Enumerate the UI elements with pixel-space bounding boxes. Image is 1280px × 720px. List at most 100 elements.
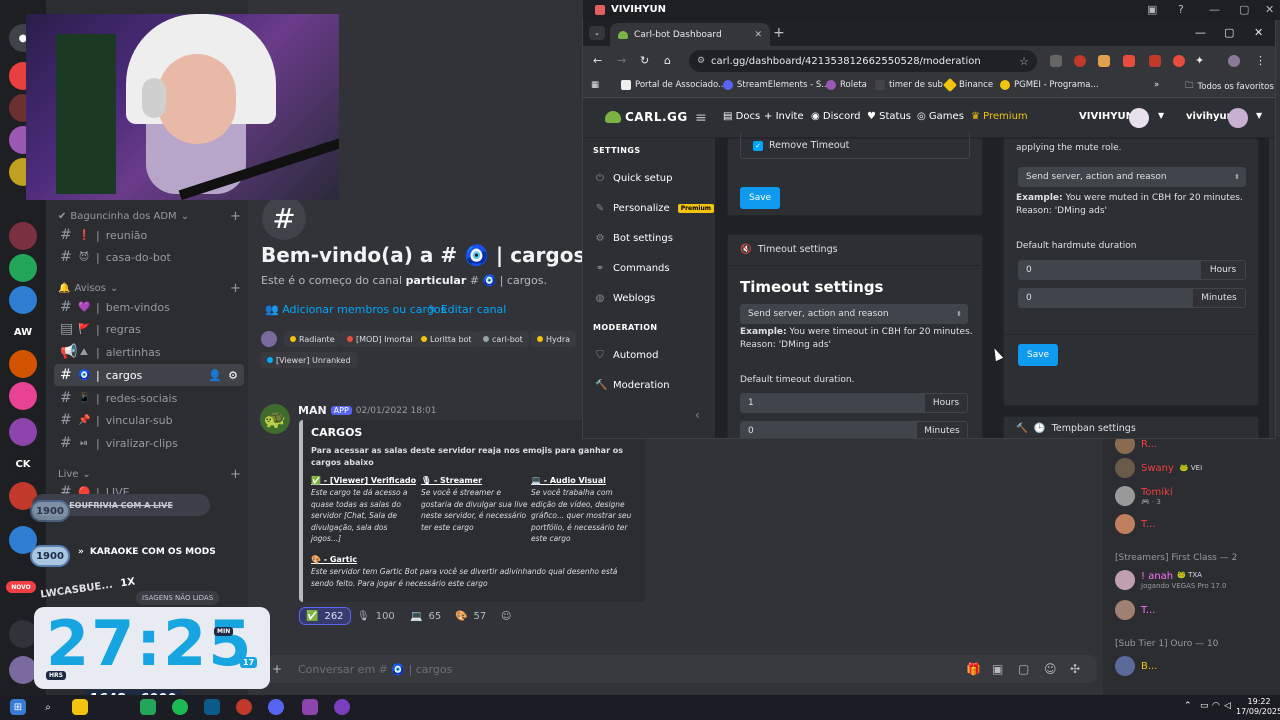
taskbar-app-icon[interactable] bbox=[334, 699, 350, 715]
sidebar-item-bot-settings[interactable]: ⚙ Bot settings bbox=[595, 233, 673, 244]
wifi-icon[interactable]: ◠ bbox=[1212, 701, 1220, 711]
taskbar-app-icon[interactable] bbox=[72, 699, 88, 715]
nav-games[interactable]: ◎ Games bbox=[917, 111, 964, 122]
channel-vincular-sub[interactable]: # 📌 | vincular-sub bbox=[54, 409, 244, 431]
bookmark-item[interactable]: StreamElements - S... bbox=[723, 80, 829, 90]
channel-redes-sociais[interactable]: # 📱 | redes-sociais bbox=[54, 387, 244, 409]
nav-status[interactable]: ♥ Status bbox=[867, 111, 911, 122]
bookmark-item[interactable]: timer de sub bbox=[875, 80, 943, 90]
add-channel-icon[interactable]: + bbox=[230, 209, 241, 224]
extension-icon[interactable] bbox=[1098, 55, 1110, 67]
inbox-icon[interactable]: ▣ bbox=[1147, 3, 1157, 16]
channel-casa-do-bot[interactable]: # 😈 | casa-do-bot bbox=[54, 246, 244, 268]
bot-avatar[interactable]: 🐢 bbox=[260, 404, 290, 434]
server-icon-7[interactable] bbox=[9, 254, 37, 282]
sidebar-item-commands[interactable]: ⚭ Commands bbox=[595, 263, 670, 274]
category-live[interactable]: Live ⌄ + bbox=[58, 467, 241, 482]
maximize-icon[interactable]: ▢ bbox=[1224, 26, 1234, 39]
role-pill[interactable]: Loritta bot bbox=[415, 331, 478, 347]
save-button[interactable]: Save bbox=[740, 187, 781, 209]
close-window-icon[interactable]: ✕ bbox=[1265, 3, 1274, 16]
nav-premium[interactable]: ♛ Premium bbox=[971, 111, 1028, 122]
address-bar[interactable]: ⚙ carl.gg/dashboard/421353812662550528/m… bbox=[689, 50, 1037, 72]
back-icon[interactable]: ← bbox=[593, 54, 602, 67]
maximize-icon[interactable]: ▢ bbox=[1239, 3, 1249, 16]
minimize-icon[interactable]: — bbox=[1195, 26, 1206, 39]
unread-messages-badge[interactable]: ISAGENS NÃO LIDAS bbox=[136, 591, 220, 605]
extension-icon[interactable] bbox=[1149, 55, 1161, 67]
nav-discord[interactable]: ◉ Discord bbox=[811, 111, 861, 122]
forward-icon[interactable]: → bbox=[617, 54, 626, 67]
chevron-down-icon[interactable]: ▼ bbox=[1158, 111, 1164, 120]
carl-logo[interactable]: CARL.GG bbox=[605, 110, 688, 124]
taskbar-app-icon[interactable] bbox=[268, 699, 284, 715]
server-icon-8[interactable] bbox=[9, 286, 37, 314]
gift-icon[interactable]: 🎁 bbox=[966, 662, 981, 676]
close-window-icon[interactable]: ✕ bbox=[1254, 26, 1263, 39]
reload-icon[interactable]: ↻ bbox=[640, 54, 649, 67]
role-pill[interactable]: Hydra bbox=[531, 331, 577, 347]
remove-timeout-checkbox[interactable]: ✓ Remove Timeout bbox=[740, 133, 970, 159]
volume-icon[interactable]: ◁ bbox=[1224, 701, 1231, 711]
member-item[interactable]: T... bbox=[1115, 600, 1155, 620]
sidebar-item-quick-setup[interactable]: ⏻ Quick setup bbox=[595, 173, 672, 184]
network-icon[interactable]: ▭ bbox=[1200, 701, 1209, 711]
add-member-icon[interactable]: 👤 bbox=[208, 369, 222, 382]
nav-docs[interactable]: ▤ Docs bbox=[723, 111, 760, 122]
sidebar-item-automod[interactable]: ⛉ Automod bbox=[595, 350, 658, 361]
taskbar-app-icon[interactable] bbox=[236, 699, 252, 715]
role-pill[interactable]: [Viewer] Unranked bbox=[261, 352, 357, 368]
minimize-icon[interactable]: — bbox=[1209, 3, 1220, 16]
taskbar-app-icon[interactable] bbox=[302, 699, 318, 715]
all-bookmarks[interactable]: 🗀 Todos os favoritos bbox=[1185, 80, 1274, 94]
bookmark-star-icon[interactable]: ☆ bbox=[1019, 55, 1029, 68]
search-icon[interactable]: ⌕ bbox=[40, 699, 56, 715]
save-button[interactable]: Save bbox=[1018, 344, 1059, 366]
hardmute-dm-select[interactable]: Send server, action and reason ⬍ bbox=[1018, 167, 1246, 187]
message-input[interactable]: + Conversar em # 🧿 | cargos 🎁 ▣ ▢ ☺ ✣ bbox=[262, 655, 1097, 683]
nav-invite[interactable]: + Invite bbox=[764, 111, 804, 122]
bookmark-item[interactable]: Roleta bbox=[826, 80, 867, 90]
channel-alertinhas[interactable]: 📢 ⛰ | alertinhas bbox=[54, 341, 244, 363]
apps-icon[interactable]: ✣ bbox=[1070, 662, 1080, 676]
more-bookmarks-icon[interactable]: » bbox=[1154, 80, 1159, 90]
bookmark-item[interactable]: Portal de Associado... bbox=[621, 80, 726, 90]
extension-icon[interactable] bbox=[1173, 55, 1185, 67]
gear-icon[interactable]: ⚙ bbox=[228, 369, 238, 382]
bookmark-item[interactable]: Binance bbox=[942, 77, 993, 93]
emoji-icon[interactable]: ☺ bbox=[1044, 662, 1057, 676]
plus-icon[interactable]: + bbox=[272, 662, 282, 676]
extension-icon[interactable] bbox=[1050, 55, 1062, 67]
role-pill[interactable]: Radiante bbox=[284, 331, 341, 347]
taskbar-app-icon[interactable] bbox=[172, 699, 188, 715]
windows-start-icon[interactable]: ⊞ bbox=[10, 699, 26, 715]
channel-viralizar-clips[interactable]: # ⏯ | viralizar-clips bbox=[54, 432, 244, 454]
sticker-icon[interactable]: ▢ bbox=[1018, 662, 1029, 676]
server-selector[interactable]: VIVIHYUN bbox=[1079, 111, 1134, 122]
server-icon-11[interactable] bbox=[9, 418, 37, 446]
extensions-puzzle-icon[interactable]: ✦ bbox=[1195, 54, 1204, 67]
sidebar-item-weblogs[interactable]: ◍ Weblogs bbox=[595, 293, 656, 304]
member-item[interactable]: ! anah 🐸 TXA Jogando VEGAS Pro 17.0 bbox=[1115, 570, 1226, 590]
hardmute-hours-input[interactable]: 0 bbox=[1018, 260, 1200, 280]
tab-search-icon[interactable]: ⌄ bbox=[589, 26, 605, 40]
site-info-icon[interactable]: ⚙ bbox=[697, 56, 705, 66]
menu-icon[interactable]: ⋮ bbox=[1255, 54, 1266, 67]
hardmute-minutes-input[interactable]: 0 bbox=[1018, 288, 1192, 308]
tempban-section-header[interactable]: 🔨 🕒 Tempban settings bbox=[1016, 423, 1136, 434]
tray-chevron-icon[interactable]: ⌃ bbox=[1184, 701, 1192, 711]
channel-bem-vindos[interactable]: # 💜 | bem-vindos bbox=[54, 296, 244, 318]
user-avatar-rail[interactable] bbox=[9, 656, 37, 684]
collapse-sidebar-icon[interactable]: ‹ bbox=[695, 408, 700, 422]
reaction-gartic[interactable]: 🎨 57 bbox=[449, 607, 492, 625]
member-item[interactable]: Swany 🐸 VEI bbox=[1115, 458, 1202, 478]
apps-grid-icon[interactable]: ▦ bbox=[591, 80, 599, 90]
sidebar-item-personalize[interactable]: ✎ Personalize Premium bbox=[595, 203, 714, 214]
tab-carl-dashboard[interactable]: Carl-bot Dashboard ✕ bbox=[610, 23, 770, 46]
timeout-hours-input[interactable]: 1 bbox=[740, 393, 924, 413]
extension-icon[interactable] bbox=[1074, 55, 1086, 67]
taskbar-app-icon[interactable] bbox=[204, 699, 220, 715]
timeout-dm-select[interactable]: Send server, action and reason ⬍ bbox=[740, 304, 968, 324]
server-icon-14[interactable] bbox=[9, 620, 37, 648]
channel-cargos[interactable]: # 🧿 | cargos 👤 ⚙ bbox=[54, 364, 244, 386]
